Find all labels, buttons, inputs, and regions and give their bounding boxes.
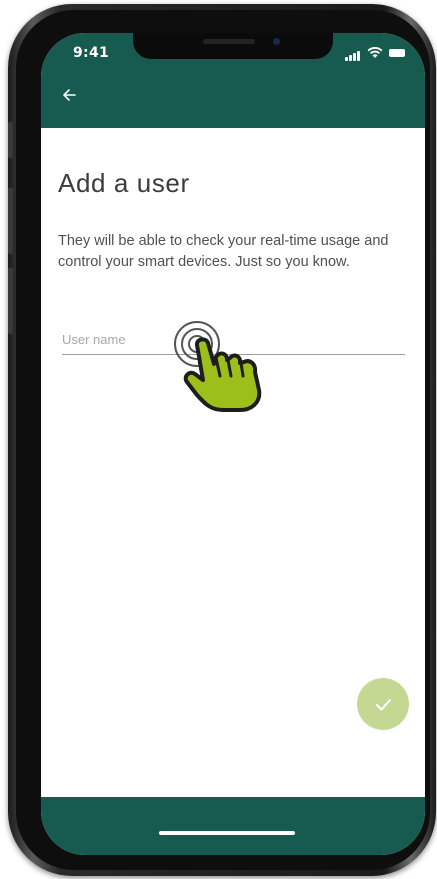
signal-icon [345, 57, 348, 61]
app-bar: 9:41 [41, 33, 425, 128]
volume-down-button [8, 268, 13, 334]
status-time: 9:41 [73, 45, 110, 61]
check-icon [376, 699, 391, 711]
home-indicator[interactable] [159, 831, 295, 835]
speaker [203, 39, 255, 44]
screen-edge [41, 744, 44, 797]
app-screen: 9:41 Add a user They will be able to che… [41, 33, 425, 855]
signal-icon-bar [349, 55, 352, 61]
signal-icon-bar [357, 51, 360, 61]
tap-hint-hand-icon [167, 318, 277, 414]
wifi-icon [367, 47, 383, 58]
signal-icon-bar [353, 53, 356, 61]
notch [133, 33, 333, 59]
page-description: They will be able to check your real-tim… [58, 233, 389, 270]
page-title: Add a user [58, 168, 190, 198]
bottom-bar [41, 797, 425, 855]
front-camera [273, 38, 280, 45]
volume-up-button [8, 188, 13, 254]
arrow-left-icon[interactable] [61, 87, 77, 103]
mute-switch [8, 122, 13, 158]
status-icons [345, 47, 405, 61]
battery-icon [389, 49, 405, 57]
submit-button[interactable] [357, 678, 409, 730]
